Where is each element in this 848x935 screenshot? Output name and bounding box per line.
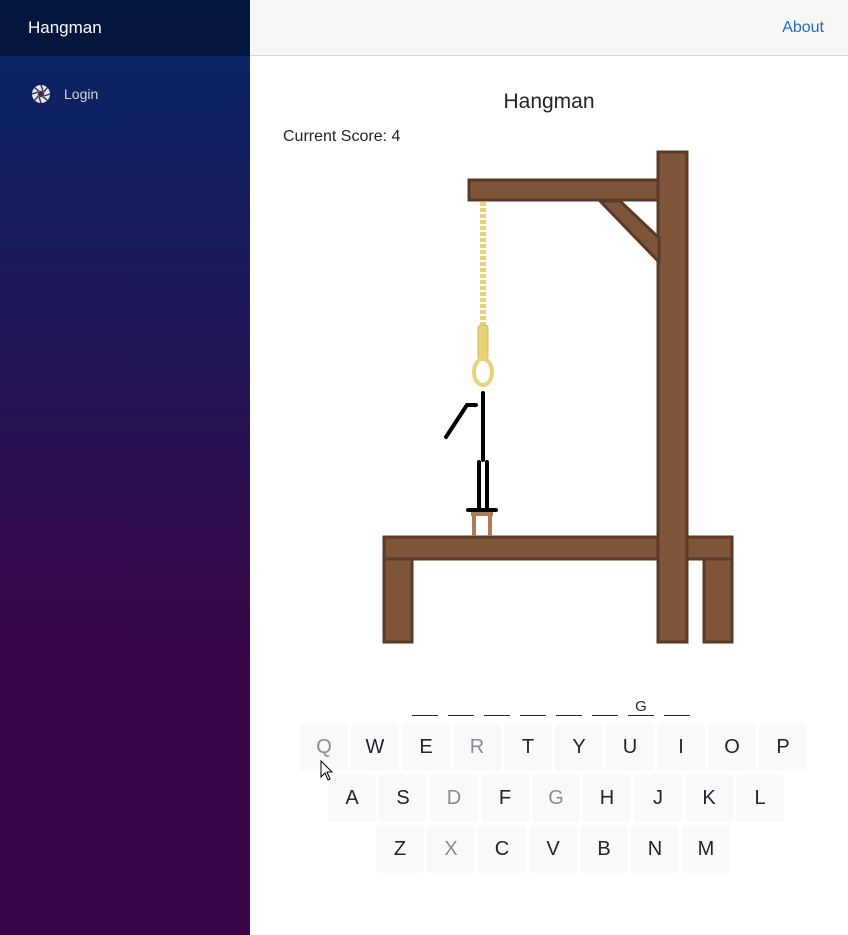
- key-y[interactable]: Y: [555, 723, 603, 771]
- key-s[interactable]: S: [379, 774, 427, 822]
- key-u[interactable]: U: [606, 723, 654, 771]
- key-f[interactable]: F: [481, 774, 529, 822]
- key-i[interactable]: I: [657, 723, 705, 771]
- gallows-drawing: [382, 150, 734, 644]
- brand-link[interactable]: Hangman: [28, 18, 102, 38]
- sidebar: Hangman Login: [0, 0, 250, 935]
- brand-bar: Hangman: [0, 0, 250, 56]
- key-w[interactable]: W: [351, 723, 399, 771]
- key-g[interactable]: G: [532, 774, 580, 822]
- key-e[interactable]: E: [402, 723, 450, 771]
- sidebar-item-login[interactable]: Login: [0, 84, 250, 104]
- key-p[interactable]: P: [759, 723, 807, 771]
- word-display: G: [412, 697, 690, 716]
- key-x[interactable]: X: [427, 825, 475, 873]
- key-b[interactable]: B: [580, 825, 628, 873]
- letter-slot: [484, 697, 510, 716]
- sidebar-item-label: Login: [64, 86, 99, 102]
- stick-figure: [444, 391, 498, 512]
- letter-slot: [556, 697, 582, 716]
- keyboard-row-3: ZXCVBNM: [376, 825, 730, 873]
- key-a[interactable]: A: [328, 774, 376, 822]
- letter-slot: [412, 697, 438, 716]
- letter-slot: [520, 697, 546, 716]
- letter-slot: [448, 697, 474, 716]
- key-k[interactable]: K: [685, 774, 733, 822]
- letter-slot: [592, 697, 618, 716]
- aperture-icon: [31, 84, 51, 104]
- key-j[interactable]: J: [634, 774, 682, 822]
- stool: [471, 511, 493, 536]
- key-r[interactable]: R: [453, 723, 501, 771]
- key-n[interactable]: N: [631, 825, 679, 873]
- key-t[interactable]: T: [504, 723, 552, 771]
- key-v[interactable]: V: [529, 825, 577, 873]
- key-d[interactable]: D: [430, 774, 478, 822]
- noose: [472, 202, 494, 387]
- key-h[interactable]: H: [583, 774, 631, 822]
- mouse-cursor-icon: [320, 760, 334, 781]
- key-l[interactable]: L: [736, 774, 784, 822]
- main-content: About Hangman Current Score: 4 G Q W E R…: [250, 0, 848, 935]
- key-o[interactable]: O: [708, 723, 756, 771]
- keyboard-row-2: ASDFGHJKL: [328, 774, 784, 822]
- key-z[interactable]: Z: [376, 825, 424, 873]
- letter-slot: [664, 697, 690, 716]
- key-m[interactable]: M: [682, 825, 730, 873]
- key-c[interactable]: C: [478, 825, 526, 873]
- letter-slot: G: [628, 697, 654, 716]
- keyboard-row-1: QWERTYUIOP: [300, 723, 807, 771]
- gallows-structure: [382, 150, 734, 644]
